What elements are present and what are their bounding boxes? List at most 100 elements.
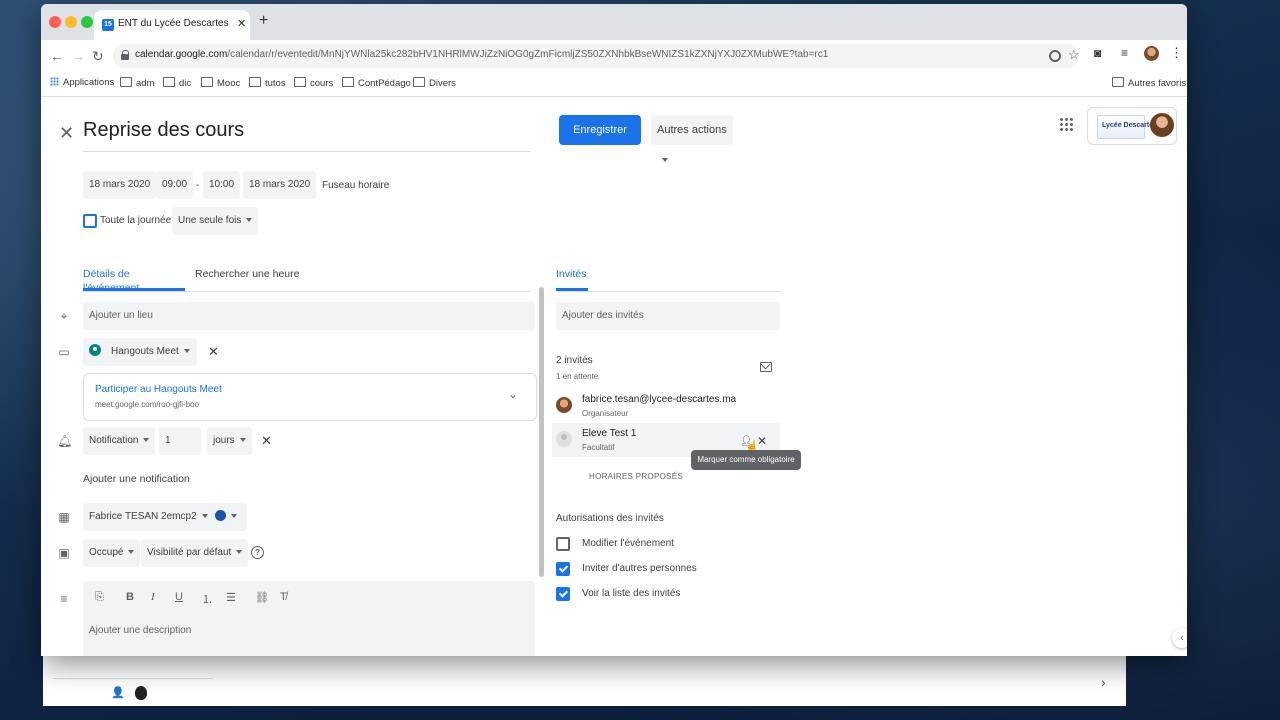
all-day-checkbox[interactable] <box>83 214 97 228</box>
person-icon[interactable]: 👤 <box>111 688 125 699</box>
remove-guest-icon[interactable]: ✕ <box>757 434 767 448</box>
timezone-link[interactable]: Fuseau horaire <box>322 180 389 191</box>
google-apps-icon[interactable] <box>1059 117 1073 131</box>
remove-conference-icon[interactable]: ✕ <box>208 344 219 360</box>
location-icon[interactable] <box>1049 50 1061 62</box>
bookmark-tutos[interactable]: tutos <box>249 77 286 89</box>
minimize-window-button[interactable] <box>65 16 77 28</box>
tab-event-details[interactable]: Détails de l'événement <box>83 267 185 294</box>
notification-value-input[interactable]: 1 <box>159 427 201 455</box>
conference-dropdown[interactable]: Hangouts Meet <box>83 338 197 366</box>
numbered-list-icon[interactable]: ⒈ <box>202 591 213 607</box>
attachment-icon[interactable]: ⎘ <box>95 591 104 604</box>
more-actions-dropdown[interactable]: Autres actions <box>651 115 733 162</box>
folder-icon <box>249 77 261 87</box>
chevron-right-icon[interactable]: › <box>1101 674 1106 690</box>
profile-avatar[interactable] <box>1144 46 1159 61</box>
bookmark-dic[interactable]: dic <box>163 77 191 89</box>
hangouts-meet-icon <box>89 344 101 356</box>
url-text[interactable]: calendar.google.com/calendar/r/eventedit… <box>135 49 828 60</box>
location-input[interactable]: Ajouter un lieu <box>83 302 535 330</box>
proposed-times-button[interactable]: HORAIRES PROPOSÉS <box>589 472 683 481</box>
bookmark-star-icon[interactable]: ☆ <box>1068 47 1080 63</box>
bookmark-divers[interactable]: Divers <box>413 77 456 89</box>
close-editor-icon[interactable]: ✕ <box>59 123 74 144</box>
visibility-dropdown[interactable]: Visibilité par défaut <box>141 539 249 567</box>
url-domain: calendar.google.com <box>135 49 228 60</box>
kebab-menu-icon[interactable]: ⋮ <box>1170 45 1183 61</box>
alien-icon[interactable] <box>135 686 147 700</box>
calendar-owner-label: Fabrice TESAN 2emcp2 <box>89 511 197 522</box>
bookmark-contpedago[interactable]: ContPédago <box>342 77 411 89</box>
account-avatar[interactable] <box>1150 113 1174 137</box>
time-range-dash: - <box>196 180 200 191</box>
add-guests-input[interactable]: Ajouter des invités <box>556 302 780 330</box>
bookmark-mooc[interactable]: Mooc <box>201 77 240 89</box>
remove-notification-icon[interactable]: ✕ <box>261 433 272 449</box>
email-guests-icon[interactable] <box>760 362 772 372</box>
bulleted-list-icon[interactable]: ☰ <box>226 591 236 604</box>
calendar-owner-dropdown[interactable]: Fabrice TESAN 2emcp2 <box>83 503 214 531</box>
bookmark-adm[interactable]: adm <box>120 77 154 89</box>
notification-type-dropdown[interactable]: Notification <box>83 427 156 455</box>
address-bar[interactable]: calendar.google.com/calendar/r/eventedit… <box>113 44 1080 68</box>
underline-icon[interactable]: U <box>175 591 183 603</box>
new-tab-plus-icon[interactable]: + <box>259 13 268 29</box>
chevron-left-icon[interactable]: ‹ <box>1172 628 1187 648</box>
account-switcher[interactable]: Lycée Descartes <box>1087 107 1177 145</box>
guest-name: fabrice.tesan@lycee-descartes.ma <box>582 394 737 405</box>
end-time-chip[interactable]: 10:00 <box>203 171 241 199</box>
permission-invite-checkbox[interactable] <box>556 562 570 576</box>
tab-title: ENT du Lycée Descartes – Agen <box>118 18 230 29</box>
reading-list-icon[interactable]: ≡ <box>1121 46 1128 60</box>
notification-unit-label: jours <box>213 435 235 446</box>
reload-icon[interactable]: ↻ <box>92 48 104 64</box>
link-icon[interactable]: ⛓ <box>255 591 269 604</box>
meet-join-card[interactable]: Participer au Hangouts Meet meet.google.… <box>83 373 537 421</box>
description-editor[interactable]: ⎘ B I U ⒈ ☰ ⛓ T̸ Ajouter une description <box>83 581 535 656</box>
clear-formatting-icon[interactable]: T̸ <box>280 591 287 603</box>
bookmark-cours[interactable]: cours <box>294 77 333 89</box>
bookmark-other[interactable]: Autres favoris <box>1112 77 1186 89</box>
event-editor: ✕ Reprise des cours Enregistrer Autres a… <box>41 97 1187 656</box>
browser-tab[interactable]: 15 ENT du Lycée Descartes – Agen ✕ <box>94 10 250 40</box>
event-color-dropdown[interactable] <box>209 503 247 531</box>
browser-window: 15 ENT du Lycée Descartes – Agen ✕ + ← →… <box>41 4 1187 656</box>
meet-join-link[interactable]: Participer au Hangouts Meet <box>95 384 222 395</box>
caret-down-icon <box>201 514 208 518</box>
lock-icon[interactable] <box>121 50 129 60</box>
save-button[interactable]: Enregistrer <box>559 115 641 145</box>
meet-url: meet.google.com/roo-gjfi-boo <box>95 400 200 409</box>
guest-avatar <box>556 431 572 447</box>
permission-see-list-checkbox[interactable] <box>556 587 570 601</box>
tab-find-time[interactable]: Rechercher une heure <box>195 267 305 291</box>
briefcase-icon: ▣ <box>58 546 70 560</box>
folder-icon <box>413 77 425 87</box>
notification-unit-dropdown[interactable]: jours <box>207 427 252 455</box>
browser-toolbar: ← → ↻ calendar.google.com/calendar/r/eve… <box>41 40 1187 72</box>
event-color-swatch <box>215 510 226 521</box>
right-tabs: Invités <box>556 267 780 292</box>
tab-close-icon[interactable]: ✕ <box>237 17 246 30</box>
zoom-window-button[interactable] <box>81 16 93 28</box>
repeat-dropdown[interactable]: Une seule fois <box>172 207 259 235</box>
availability-dropdown[interactable]: Occupé <box>83 539 141 567</box>
extension-icon[interactable]: ◙ <box>1094 46 1101 60</box>
italic-icon[interactable]: I <box>151 591 155 603</box>
bold-icon[interactable]: B <box>126 591 134 603</box>
permission-modify-checkbox[interactable] <box>556 537 570 551</box>
back-arrow-icon[interactable]: ← <box>50 48 64 64</box>
start-date-chip[interactable]: 18 mars 2020 <box>83 171 157 199</box>
event-title-input[interactable]: Reprise des cours <box>83 119 531 152</box>
scrollbar[interactable] <box>539 287 544 577</box>
tab-guests[interactable]: Invités <box>556 267 588 291</box>
add-notification-link[interactable]: Ajouter une notification <box>83 473 190 485</box>
chevron-down-icon[interactable]: ⌄ <box>508 387 518 401</box>
help-icon[interactable]: ? <box>251 546 264 559</box>
end-date-chip[interactable]: 18 mars 2020 <box>243 171 317 199</box>
bookmark-applications[interactable]: Applications <box>50 77 114 88</box>
close-window-button[interactable] <box>49 16 61 28</box>
forward-arrow-icon[interactable]: → <box>71 48 85 64</box>
start-time-chip[interactable]: 09:00 <box>156 171 194 199</box>
repeat-label: Une seule fois <box>178 215 242 226</box>
